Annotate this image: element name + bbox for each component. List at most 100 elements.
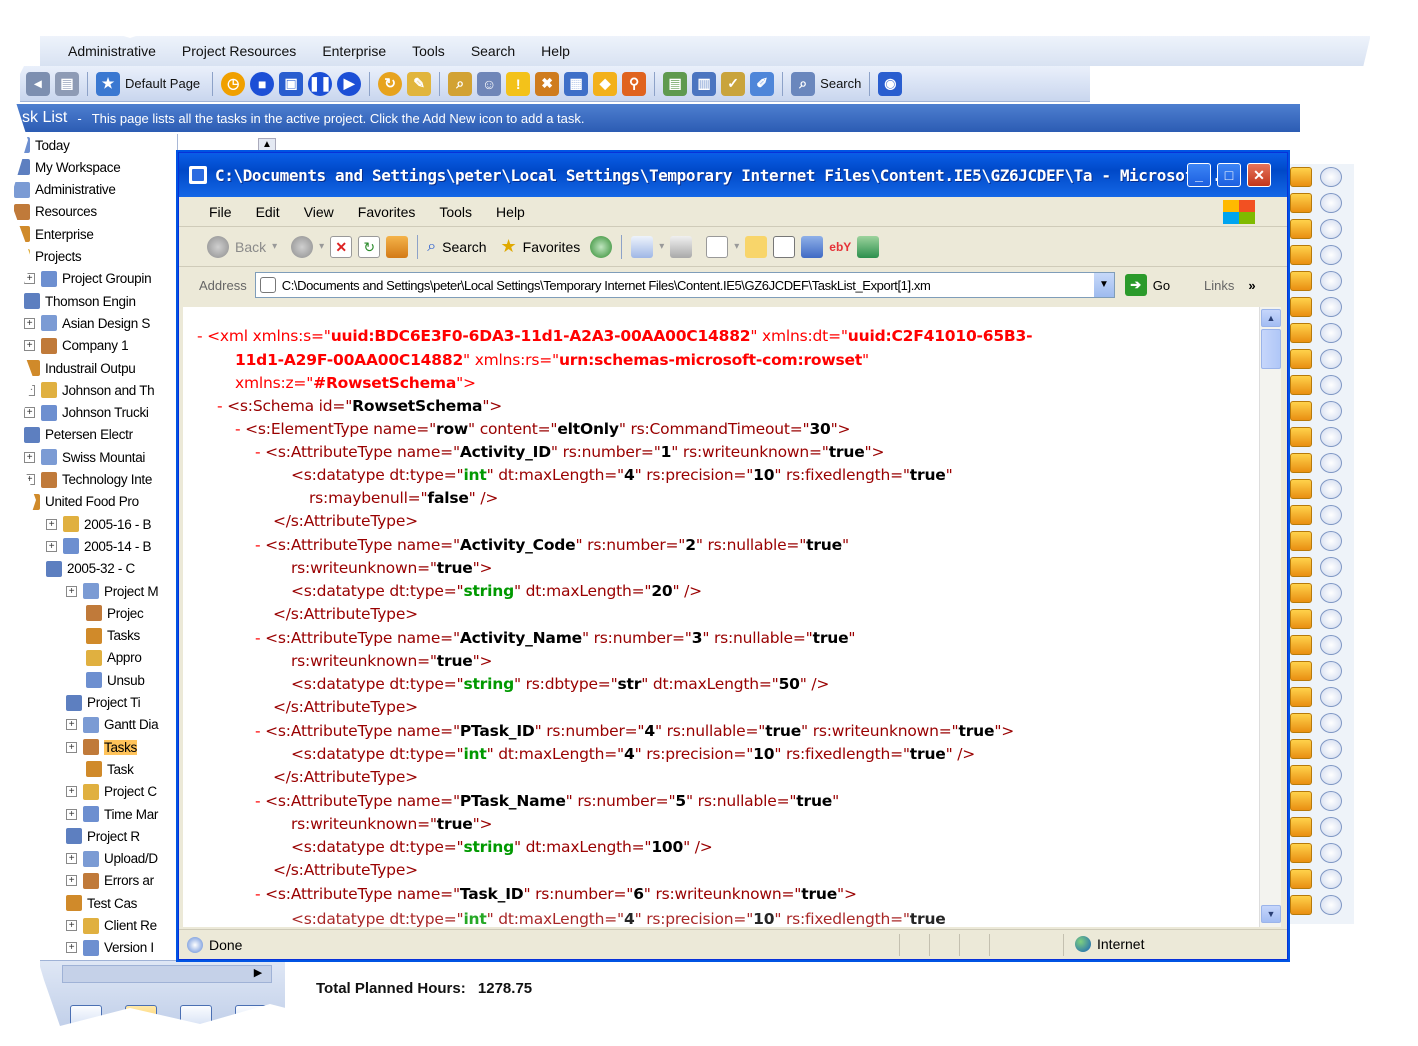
close-button[interactable]: ✕ bbox=[1247, 163, 1271, 187]
view-task-icon[interactable] bbox=[1320, 661, 1342, 681]
go-button[interactable]: ➔ Go bbox=[1124, 274, 1170, 296]
tree-item[interactable]: Tasks bbox=[86, 625, 140, 647]
edit-task-icon[interactable] bbox=[1290, 869, 1312, 889]
edit-task-icon[interactable] bbox=[1290, 193, 1312, 213]
edit-task-icon[interactable] bbox=[1290, 297, 1312, 317]
tree-item[interactable]: Projec bbox=[86, 602, 144, 624]
tree-item[interactable]: United Food Pro bbox=[24, 491, 139, 513]
view-task-icon[interactable] bbox=[1320, 453, 1342, 473]
tree-item[interactable]: Unsub bbox=[86, 669, 145, 691]
forward-arrow-icon[interactable] bbox=[291, 235, 314, 258]
search-button[interactable]: Search bbox=[820, 76, 861, 91]
view-task-icon[interactable] bbox=[1320, 843, 1342, 863]
edit-task-icon[interactable] bbox=[1290, 895, 1312, 915]
window-icon[interactable]: ▣ bbox=[279, 71, 304, 96]
expand-toggle-icon[interactable]: + bbox=[24, 407, 35, 419]
expand-toggle-icon[interactable]: + bbox=[46, 540, 57, 552]
edit-task-icon[interactable] bbox=[1290, 167, 1312, 187]
calendar-icon[interactable]: ▦ bbox=[564, 71, 589, 96]
search-icon[interactable]: ⌕ bbox=[791, 71, 816, 96]
minimize-button[interactable]: _ bbox=[1187, 163, 1211, 187]
tree-item[interactable]: + Gantt Dia bbox=[66, 714, 159, 736]
view-task-icon[interactable] bbox=[1320, 323, 1342, 343]
tree-item[interactable]: +2005-16 - B bbox=[46, 513, 152, 535]
tools-icon[interactable]: ✖ bbox=[535, 71, 560, 96]
expand-toggle-icon[interactable]: + bbox=[66, 808, 77, 820]
edit-task-icon[interactable] bbox=[1290, 817, 1312, 837]
search-icon[interactable]: ⌕ bbox=[427, 238, 436, 256]
ie-menu-file[interactable]: File bbox=[209, 204, 232, 220]
tree-item[interactable]: + Errors ar bbox=[66, 870, 154, 892]
tree-item[interactable]: + Project Groupin bbox=[24, 268, 152, 290]
view-task-icon[interactable] bbox=[1320, 375, 1342, 395]
refresh-icon[interactable]: ↻ bbox=[358, 235, 381, 258]
pause-icon[interactable]: ❚❚ bbox=[308, 71, 333, 96]
ie-menu-help[interactable]: Help bbox=[496, 204, 525, 220]
view-task-icon[interactable] bbox=[1320, 505, 1342, 525]
clock-icon[interactable]: ◷ bbox=[221, 71, 246, 96]
view-split-button[interactable] bbox=[235, 1005, 267, 1035]
ie-menu-tools[interactable]: Tools bbox=[439, 204, 472, 220]
edit-task-icon[interactable] bbox=[1290, 531, 1312, 551]
xml-root-open[interactable]: - <xml xmlns:s=" bbox=[197, 327, 331, 345]
ie-favorites-button[interactable]: Favorites bbox=[523, 239, 581, 255]
pencil-icon[interactable]: ✐ bbox=[750, 71, 775, 96]
edit-dropdown-icon[interactable]: ▾ bbox=[734, 241, 739, 252]
expand-toggle-icon[interactable]: + bbox=[66, 853, 77, 865]
edit-page-icon[interactable] bbox=[706, 235, 729, 258]
edit-task-icon[interactable] bbox=[1290, 245, 1312, 265]
magnifier-icon[interactable]: ⚲ bbox=[622, 71, 647, 96]
collapse-toggle[interactable]: - bbox=[235, 420, 241, 438]
refresh-icon[interactable]: ↻ bbox=[378, 71, 403, 96]
view-tree-button[interactable] bbox=[125, 1005, 157, 1035]
edit-task-icon[interactable] bbox=[1290, 661, 1312, 681]
tree-item[interactable]: + Technology Inte bbox=[24, 469, 152, 491]
forward-dropdown-icon[interactable]: ▾ bbox=[319, 241, 324, 252]
tree-item[interactable]: + Johnson Trucki bbox=[24, 402, 149, 424]
scroll-up-icon[interactable]: ▲ bbox=[1261, 309, 1281, 327]
tree-item[interactable]: + Company 1 bbox=[24, 335, 129, 357]
view-task-icon[interactable] bbox=[1320, 193, 1342, 213]
view-task-icon[interactable] bbox=[1320, 219, 1342, 239]
edit-task-icon[interactable] bbox=[1290, 401, 1312, 421]
edit-task-icon[interactable] bbox=[1290, 505, 1312, 525]
edit-task-icon[interactable] bbox=[1290, 271, 1312, 291]
maximize-button[interactable]: □ bbox=[1217, 163, 1241, 187]
expand-toggle-icon[interactable]: + bbox=[66, 875, 77, 887]
view-task-icon[interactable] bbox=[1320, 739, 1342, 759]
view-task-icon[interactable] bbox=[1320, 765, 1342, 785]
tree-item[interactable]: Resources bbox=[14, 201, 97, 223]
expand-toggle-icon[interactable]: + bbox=[24, 384, 35, 396]
links-chevron-icon[interactable]: » bbox=[1248, 278, 1255, 293]
view-task-icon[interactable] bbox=[1320, 349, 1342, 369]
edit-task-icon[interactable] bbox=[1290, 375, 1312, 395]
expand-toggle-icon[interactable]: + bbox=[46, 518, 57, 530]
ie-back-button[interactable]: Back bbox=[235, 239, 266, 255]
address-input[interactable]: C:\Documents and Settings\peter\Local Se… bbox=[254, 272, 1115, 298]
view-task-icon[interactable] bbox=[1320, 479, 1342, 499]
tree-item[interactable]: + Swiss Mountai bbox=[24, 446, 145, 468]
expand-toggle-icon[interactable]: + bbox=[66, 920, 77, 931]
users-icon[interactable] bbox=[857, 235, 880, 258]
menu-help[interactable]: Help bbox=[541, 43, 570, 59]
edit-task-icon[interactable] bbox=[1290, 219, 1312, 239]
alert-icon[interactable]: ! bbox=[506, 71, 531, 96]
collapse-toggle[interactable]: - bbox=[255, 885, 261, 903]
mail-dropdown-icon[interactable]: ▾ bbox=[659, 241, 664, 252]
edit-task-icon[interactable] bbox=[1290, 557, 1312, 577]
diamond-icon[interactable]: ◆ bbox=[593, 71, 618, 96]
menu-search[interactable]: Search bbox=[471, 43, 515, 59]
edit-task-icon[interactable] bbox=[1290, 349, 1312, 369]
ie-search-button[interactable]: Search bbox=[442, 239, 486, 255]
expand-toggle-icon[interactable]: + bbox=[66, 942, 77, 954]
edit-task-icon[interactable] bbox=[1290, 791, 1312, 811]
find-icon[interactable]: ⌕ bbox=[448, 71, 473, 96]
view-detail-button[interactable] bbox=[180, 1005, 212, 1035]
print-icon[interactable] bbox=[670, 235, 693, 258]
view-task-icon[interactable] bbox=[1320, 557, 1342, 577]
tree-item[interactable]: + Asian Design S bbox=[24, 312, 150, 334]
tree-item[interactable]: + Time Mar bbox=[66, 803, 158, 825]
edit-task-icon[interactable] bbox=[1290, 713, 1312, 733]
expand-toggle-icon[interactable]: + bbox=[66, 786, 77, 798]
home-icon[interactable] bbox=[386, 235, 409, 258]
